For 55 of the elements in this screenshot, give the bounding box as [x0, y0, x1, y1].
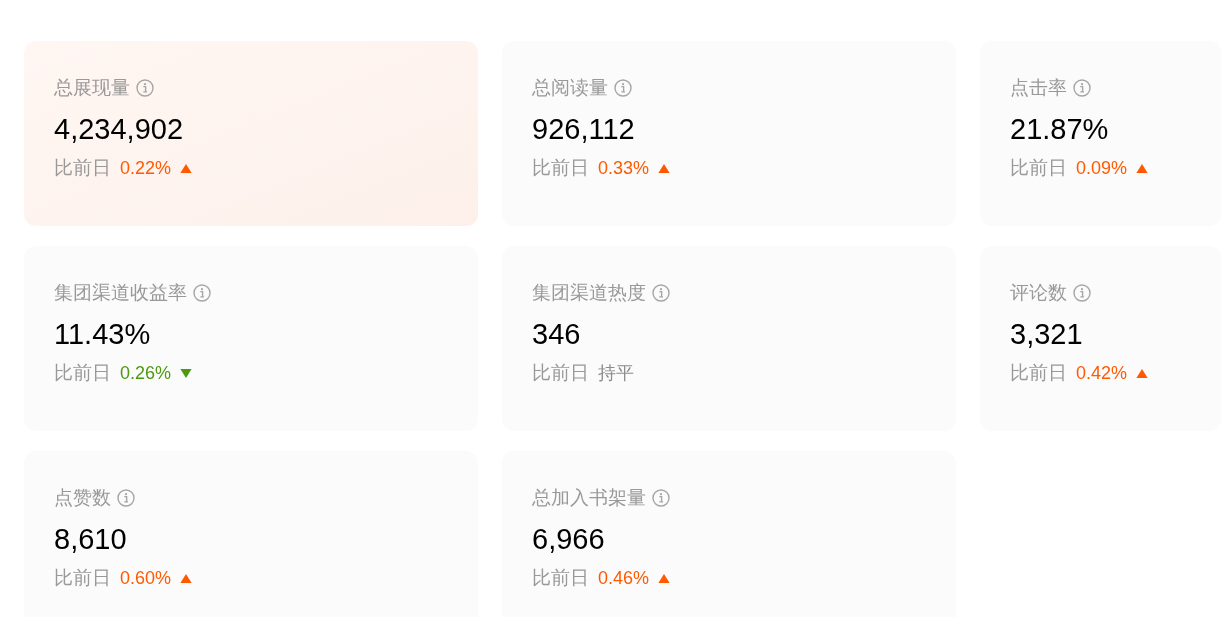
change-value: 0.09% [1076, 156, 1128, 180]
compare-label: 比前日 [54, 565, 111, 590]
compare-label: 比前日 [532, 565, 589, 590]
metric-label: 集团渠道收益率 [54, 280, 187, 305]
metric-card[interactable]: 点赞数 8,610 比前日 0.60% [24, 451, 478, 617]
compare-label: 比前日 [532, 155, 589, 180]
metric-value: 3,321 [1010, 317, 1083, 352]
info-icon[interactable] [1073, 79, 1091, 97]
metric-card[interactable]: 总展现量 4,234,902 比前日 0.22% [24, 41, 478, 226]
info-icon[interactable] [614, 79, 632, 97]
info-icon[interactable] [117, 489, 135, 507]
change-value: 0.60% [120, 566, 172, 590]
metric-card[interactable]: 总加入书架量 6,966 比前日 0.46% [502, 451, 956, 617]
metric-value: 926,112 [532, 112, 635, 147]
metric-value: 4,234,902 [54, 112, 183, 147]
info-icon[interactable] [193, 284, 211, 302]
metric-value: 11.43% [54, 317, 151, 352]
compare-label: 比前日 [1010, 155, 1067, 180]
metric-label: 点击率 [1010, 75, 1067, 100]
info-icon[interactable] [1073, 284, 1091, 302]
change-value: 0.22% [120, 156, 172, 180]
up-triangle-icon [658, 573, 671, 583]
metric-card[interactable]: 点击率 21.87% 比前日 0.09% [980, 41, 1221, 226]
compare-label: 比前日 [1010, 360, 1067, 385]
change-value: 0.33% [598, 156, 650, 180]
metric-card[interactable]: 集团渠道收益率 11.43% 比前日 0.26% [24, 246, 478, 431]
up-triangle-icon [658, 163, 671, 173]
metric-card[interactable]: 评论数 3,321 比前日 0.42% [980, 246, 1221, 431]
down-triangle-icon [180, 368, 193, 378]
metric-card[interactable]: 总阅读量 926,112 比前日 0.33% [502, 41, 956, 226]
metric-label: 总加入书架量 [532, 485, 646, 510]
metric-value: 21.87% [1010, 112, 1109, 147]
metric-label: 集团渠道热度 [532, 280, 646, 305]
up-triangle-icon [180, 573, 193, 583]
metric-label: 点赞数 [54, 485, 111, 510]
metric-value: 6,966 [532, 522, 605, 557]
metric-label: 总展现量 [54, 75, 130, 100]
up-triangle-icon [180, 163, 193, 173]
metric-label: 评论数 [1010, 280, 1067, 305]
up-triangle-icon [1136, 368, 1149, 378]
compare-label: 比前日 [532, 360, 589, 385]
change-value: 0.42% [1076, 361, 1128, 385]
info-icon[interactable] [652, 489, 670, 507]
metric-value: 8,610 [54, 522, 127, 557]
metric-value: 346 [532, 317, 581, 352]
change-value: 持平 [598, 361, 634, 385]
up-triangle-icon [1136, 163, 1149, 173]
metric-card[interactable]: 集团渠道热度 346 比前日 持平 [502, 246, 956, 431]
info-icon[interactable] [136, 79, 154, 97]
change-value: 0.46% [598, 566, 650, 590]
compare-label: 比前日 [54, 155, 111, 180]
info-icon[interactable] [652, 284, 670, 302]
metric-label: 总阅读量 [532, 75, 608, 100]
compare-label: 比前日 [54, 360, 111, 385]
change-value: 0.26% [120, 361, 172, 385]
